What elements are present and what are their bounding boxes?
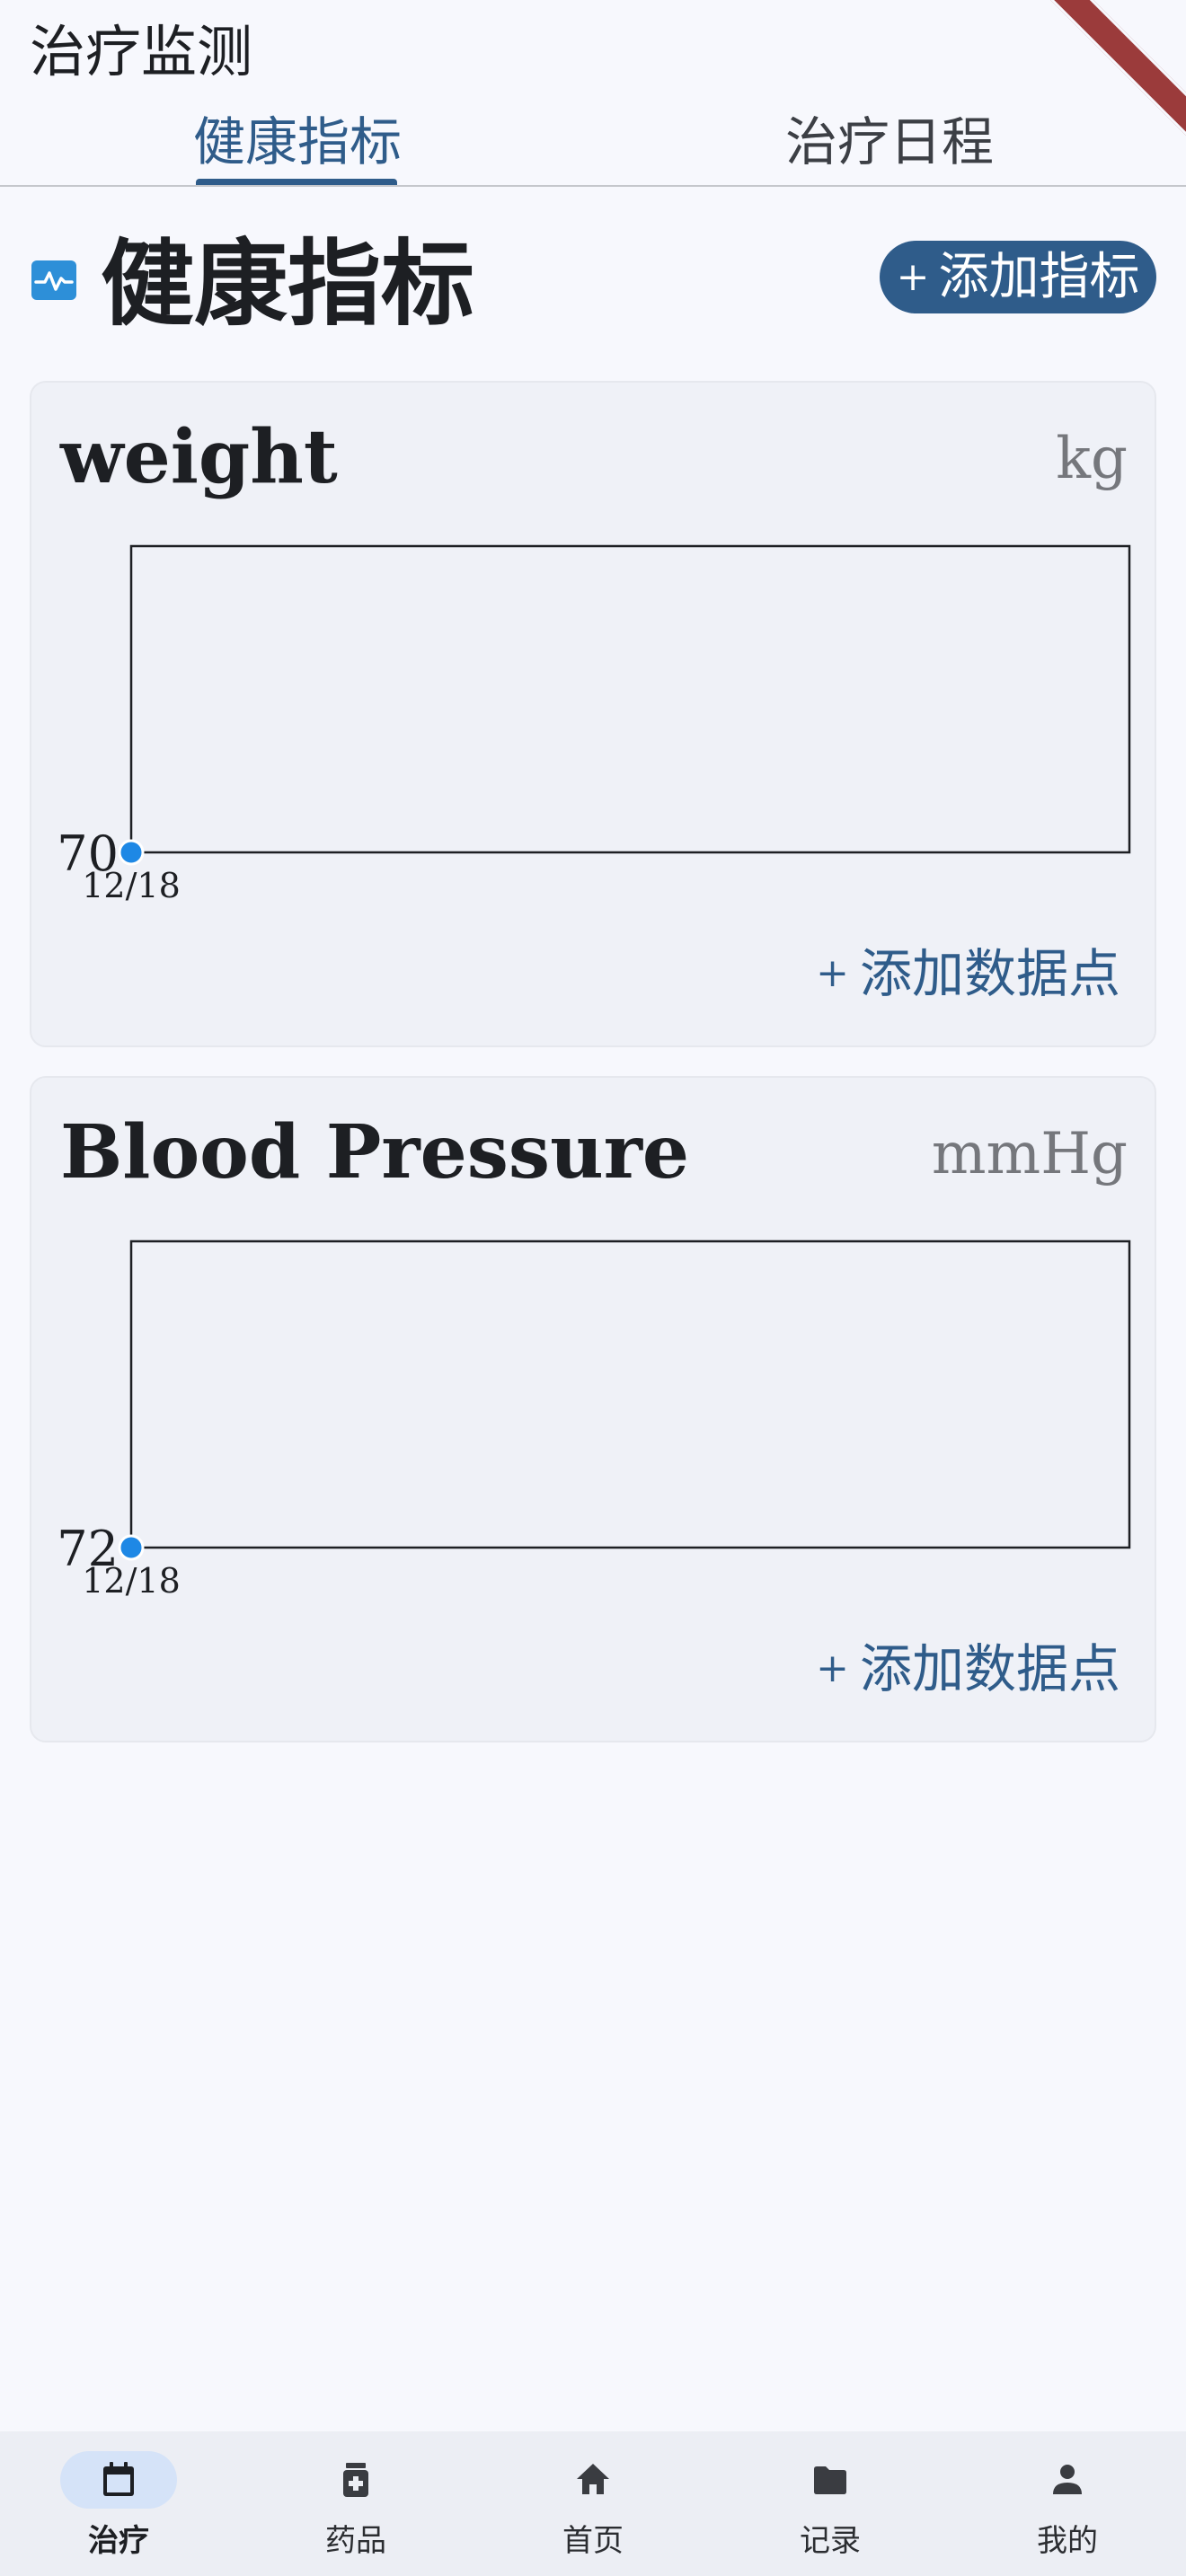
add-data-point-button[interactable]: + 添加数据点 — [816, 940, 1120, 1008]
plus-icon: + — [816, 1645, 849, 1691]
tab-divider — [0, 185, 1186, 187]
metric-card: weight kg 70 12/18 + 添加数据点 — [30, 381, 1156, 1047]
app-root: 治疗监测 健康指标 治疗日程 健康指标 + 添加指标 weight kg 70 12… — [0, 0, 1186, 2576]
chart-plot-frame — [129, 544, 1131, 854]
active-tab-indicator — [196, 179, 397, 185]
person-icon — [1053, 2465, 1082, 2494]
plus-icon: + — [816, 950, 849, 996]
nav-item-home[interactable]: 首页 — [474, 2431, 712, 2576]
folder-icon — [814, 2466, 846, 2494]
chart-data-point — [118, 839, 145, 866]
nav-label: 首页 — [562, 2523, 624, 2559]
nav-item-treatment[interactable]: 治疗 — [0, 2431, 237, 2576]
calendar-icon — [103, 2462, 134, 2496]
nav-item-records[interactable]: 记录 — [712, 2431, 949, 2576]
bottom-navigation-bar: 治疗 药品 首页 记录 我的 — [0, 2431, 1186, 2576]
tab-health-metrics[interactable]: 健康指标 — [176, 108, 419, 187]
app-bar-title: 治疗监测 — [30, 19, 253, 84]
chart-plot-frame — [129, 1239, 1131, 1549]
x-tick-label: 12/18 — [82, 866, 181, 905]
add-data-point-button[interactable]: + 添加数据点 — [816, 1635, 1120, 1703]
metric-card: Blood Pressure mmHg 72 12/18 + 添加数据点 — [30, 1076, 1156, 1742]
metric-chart: 7012/18 — [57, 544, 1131, 905]
x-tick-label: 12/18 — [82, 1561, 181, 1601]
tab-bar: 健康指标 治疗日程 — [0, 99, 1186, 187]
add-data-point-label: 添加数据点 — [859, 1638, 1120, 1699]
nav-item-profile[interactable]: 我的 — [949, 2431, 1186, 2576]
nav-label: 我的 — [1037, 2523, 1098, 2559]
add-data-point-label: 添加数据点 — [859, 943, 1120, 1004]
home-icon — [577, 2464, 609, 2494]
plus-icon: + — [896, 254, 930, 300]
section-title: 健康指标 — [101, 228, 475, 339]
monitor-heart-icon — [31, 260, 76, 300]
nav-label: 记录 — [800, 2523, 861, 2559]
nav-item-medicine[interactable]: 药品 — [237, 2431, 474, 2576]
tab-treatment-schedule[interactable]: 治疗日程 — [768, 108, 1011, 187]
chart-data-point — [118, 1534, 145, 1561]
metric-chart: 7212/18 — [57, 1239, 1131, 1601]
nav-label: 治疗 — [88, 2523, 149, 2559]
add-metric-button[interactable]: + 添加指标 — [880, 241, 1156, 313]
add-metric-label: 添加指标 — [938, 248, 1140, 306]
nav-label: 药品 — [325, 2523, 386, 2559]
medication-icon — [343, 2463, 368, 2497]
